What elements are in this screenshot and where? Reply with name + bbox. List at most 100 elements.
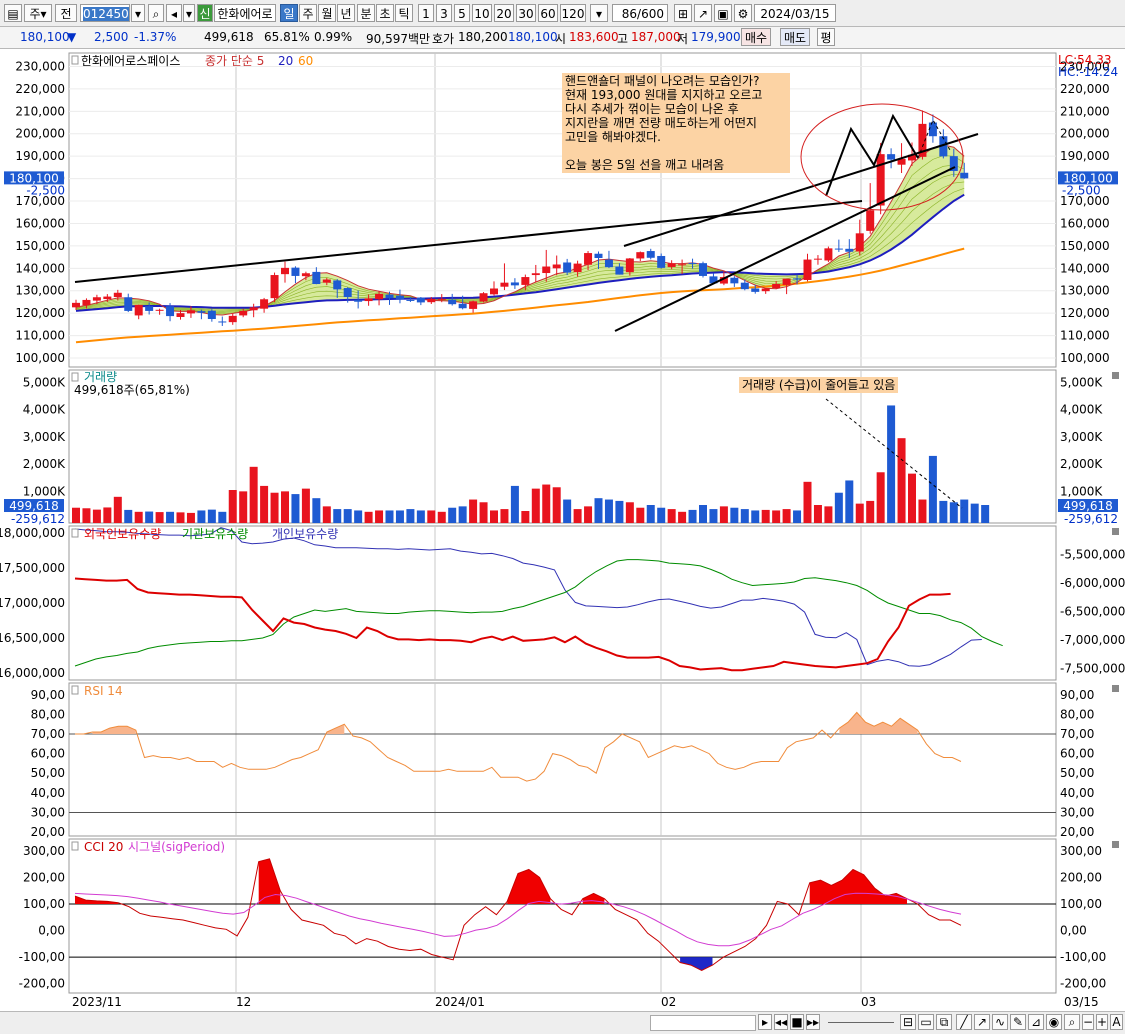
window-icon[interactable]: ▭	[918, 1014, 934, 1030]
speaker-dropdown-icon[interactable]: ▾	[183, 4, 195, 22]
eye-icon[interactable]: ◉	[1046, 1014, 1062, 1030]
buy-button[interactable]: 매수	[741, 28, 771, 46]
candle-body	[176, 313, 185, 317]
candle-body	[113, 292, 122, 298]
volume-value: 499,618	[204, 30, 254, 44]
interval-60[interactable]: 60	[538, 4, 558, 22]
scroll-track[interactable]	[650, 1015, 756, 1031]
zoom-slider[interactable]	[828, 1015, 894, 1029]
chart-type-icon[interactable]: ↗	[694, 4, 712, 22]
tab-minute[interactable]: 분	[357, 4, 375, 22]
tab-second[interactable]: 초	[376, 4, 394, 22]
volume-bar	[699, 505, 707, 523]
plus-icon[interactable]: +	[1096, 1014, 1108, 1030]
interval-1[interactable]: 1	[418, 4, 434, 22]
holdings-tick-label-right: -5,500,000	[1060, 548, 1125, 562]
interval-30[interactable]: 30	[516, 4, 536, 22]
volume-bar	[333, 509, 342, 523]
volume-bar	[563, 499, 572, 523]
play-icon[interactable]: ▸	[758, 1014, 772, 1030]
candle-body	[186, 310, 195, 314]
magnify-icon[interactable]: ⌕	[1064, 1014, 1080, 1030]
candle-body	[845, 248, 854, 252]
legend-foreign: 외국인보유수량	[84, 527, 161, 541]
interval-10[interactable]: 10	[472, 4, 492, 22]
tab-tick[interactable]: 틱	[395, 4, 413, 22]
pane-frame	[68, 682, 1057, 837]
tab-week[interactable]: 주	[299, 4, 317, 22]
hoga-label: 호가	[432, 32, 455, 46]
gear-icon[interactable]: ⚙	[734, 4, 752, 22]
rsi-tick-label: 90,00	[31, 688, 65, 702]
prev-button[interactable]: 전	[55, 4, 77, 22]
volume-tick-label-right: 4,000K	[1060, 403, 1103, 417]
candle-body	[437, 298, 446, 300]
copy-icon[interactable]: ⧉	[936, 1014, 952, 1030]
change-percent: -1.37%	[134, 30, 177, 44]
quote-bar: 180,100 ▼ 2,500 -1.37% 499,618 65.81% 0.…	[0, 27, 1125, 49]
interval-dropdown-icon[interactable]: ▾	[590, 4, 608, 22]
period-select[interactable]: 주▾	[24, 4, 52, 22]
draw-icon[interactable]: ✎	[1010, 1014, 1026, 1030]
candle-body	[510, 282, 519, 286]
stock-name[interactable]: 한화에어로	[214, 4, 276, 22]
tab-day[interactable]: 일	[280, 4, 298, 22]
chart-icon[interactable]: ▤	[4, 4, 22, 22]
holdings-tick-label-right: -7,000,000	[1060, 633, 1125, 647]
code-dropdown-icon[interactable]: ▾	[131, 4, 145, 22]
chart-canvas[interactable]: 230,000 230,000220,000 220,000210,000 210,0…	[0, 49, 1125, 1009]
tab-year[interactable]: 년	[337, 4, 355, 22]
trend-icon[interactable]: ↗	[974, 1014, 990, 1030]
legend-ma60: 60	[298, 54, 313, 68]
interval-120[interactable]: 120	[560, 4, 586, 22]
line-tool-icon[interactable]: ╱	[956, 1014, 972, 1030]
interval-5[interactable]: 5	[454, 4, 470, 22]
tab-month[interactable]: 월	[318, 4, 336, 22]
toolbar: ▤ 주▾ 전 012450 ▾ ⌕ ◂ ▾ 신 한화에어로 일 주 월 년 분 …	[0, 0, 1125, 27]
rsi-tick-label: 70,00	[31, 727, 65, 741]
price-tick-label: 230,000	[15, 59, 65, 73]
volume-bar	[949, 502, 958, 523]
price-tick-label-right: 200,000	[1060, 127, 1110, 141]
speaker-icon[interactable]: ◂	[166, 4, 182, 22]
layout-icon[interactable]: ⊟	[900, 1014, 916, 1030]
holdings-tick-label: 17,000,000	[0, 596, 65, 610]
count-field[interactable]: 86/600	[612, 4, 668, 22]
stock-code-input[interactable]: 012450	[80, 4, 130, 22]
pattern-icon[interactable]: ⊿	[1028, 1014, 1044, 1030]
volume-bar	[448, 507, 457, 523]
candle-body	[218, 321, 227, 323]
grid-icon[interactable]: ⊞	[674, 4, 692, 22]
forward-icon[interactable]: ▸▸	[806, 1014, 820, 1030]
volume-bar	[103, 507, 112, 523]
volume-bar	[186, 512, 195, 523]
holdings-tick-label-right: -6,500,000	[1060, 605, 1125, 619]
search-icon[interactable]: ⌕	[148, 4, 164, 22]
wave-icon[interactable]: ∿	[992, 1014, 1008, 1030]
volume-bar	[970, 503, 979, 523]
candle-body	[427, 298, 436, 303]
date-field[interactable]: 2024/03/15	[754, 4, 836, 22]
volume-bar	[145, 511, 154, 523]
interval-3[interactable]: 3	[436, 4, 452, 22]
minus-icon[interactable]: −	[1082, 1014, 1094, 1030]
interval-20[interactable]: 20	[494, 4, 514, 22]
volume-bar	[281, 491, 289, 523]
rsi-tick-label: 50,00	[31, 766, 65, 780]
stop-icon[interactable]: ■	[790, 1014, 804, 1030]
volume-bar	[155, 512, 164, 523]
candle-body	[364, 298, 373, 302]
candle-body	[699, 263, 707, 276]
text-size-icon[interactable]: A	[1110, 1014, 1123, 1030]
cci-tick-label: -200,00	[19, 977, 65, 991]
eval-button[interactable]: 평	[817, 28, 835, 46]
price-tick-label-right: 220,000	[1060, 82, 1110, 96]
sell-button[interactable]: 매도	[780, 28, 810, 46]
rewind-icon[interactable]: ◂◂	[774, 1014, 788, 1030]
candle-body	[740, 282, 749, 290]
candle-body	[803, 259, 812, 280]
volume-bar	[228, 490, 237, 523]
pane-menu-icon	[1112, 528, 1119, 535]
save-icon[interactable]: ▣	[714, 4, 732, 22]
time-label: 02	[661, 995, 677, 1009]
